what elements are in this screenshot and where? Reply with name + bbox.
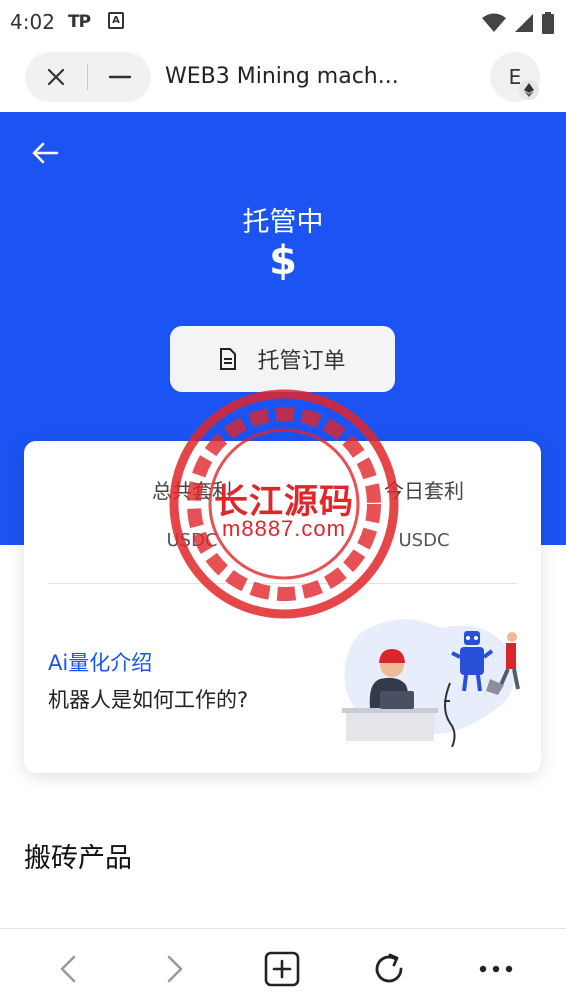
document-icon bbox=[220, 348, 237, 370]
back-icon bbox=[60, 955, 76, 983]
wifi-icon bbox=[482, 13, 506, 32]
watermark-url: m8887.com bbox=[222, 516, 346, 541]
arrow-left-icon bbox=[32, 142, 59, 164]
status-icons bbox=[482, 12, 554, 34]
refresh-icon bbox=[375, 953, 403, 983]
hosting-status-title: 托管中 bbox=[242, 207, 324, 238]
close-button[interactable] bbox=[39, 60, 73, 94]
ethereum-icon bbox=[519, 80, 539, 100]
browser-header: WEB3 Mining mach... E bbox=[0, 44, 566, 112]
page-title: WEB3 Mining mach... bbox=[165, 64, 399, 89]
status-bar: 4:02 TP A bbox=[0, 0, 566, 44]
brick-products-heading: 搬砖产品 bbox=[24, 843, 132, 874]
nav-new-tab-button[interactable] bbox=[262, 949, 302, 989]
ai-intro-subtitle: 机器人是如何工作的? bbox=[48, 688, 249, 712]
window-controls bbox=[25, 52, 151, 102]
nav-forward-button[interactable] bbox=[155, 949, 195, 989]
back-button[interactable] bbox=[28, 136, 62, 170]
battery-icon bbox=[542, 12, 554, 34]
nav-more-button[interactable] bbox=[476, 949, 516, 989]
forward-icon bbox=[167, 955, 183, 983]
more-icon bbox=[479, 965, 513, 973]
close-icon bbox=[47, 68, 65, 86]
hosting-amount: $ bbox=[269, 238, 297, 284]
app-screen: 4:02 TP A WEB3 Mining mach... E 托管中 $ 托管… bbox=[0, 0, 566, 1006]
hosting-orders-button[interactable]: 托管订单 bbox=[170, 326, 395, 392]
status-time: 4:02 bbox=[10, 10, 55, 34]
new-tab-icon bbox=[264, 951, 300, 987]
nav-refresh-button[interactable] bbox=[369, 949, 409, 989]
minimize-icon bbox=[109, 75, 131, 79]
nav-back-button[interactable] bbox=[48, 949, 88, 989]
robot-illustration bbox=[342, 619, 520, 747]
browser-bottom-nav bbox=[0, 928, 566, 1006]
notification-app-icon: A bbox=[108, 12, 124, 29]
hosting-orders-label: 托管订单 bbox=[257, 349, 346, 374]
minimize-button[interactable] bbox=[103, 60, 137, 94]
controls-divider bbox=[87, 64, 88, 90]
watermark-stamp: 长江源码 m8887.com bbox=[168, 388, 400, 620]
tp-app-icon: TP bbox=[68, 12, 91, 32]
signal-icon bbox=[515, 14, 533, 32]
ai-intro-link[interactable]: Ai量化介绍 bbox=[48, 647, 152, 677]
